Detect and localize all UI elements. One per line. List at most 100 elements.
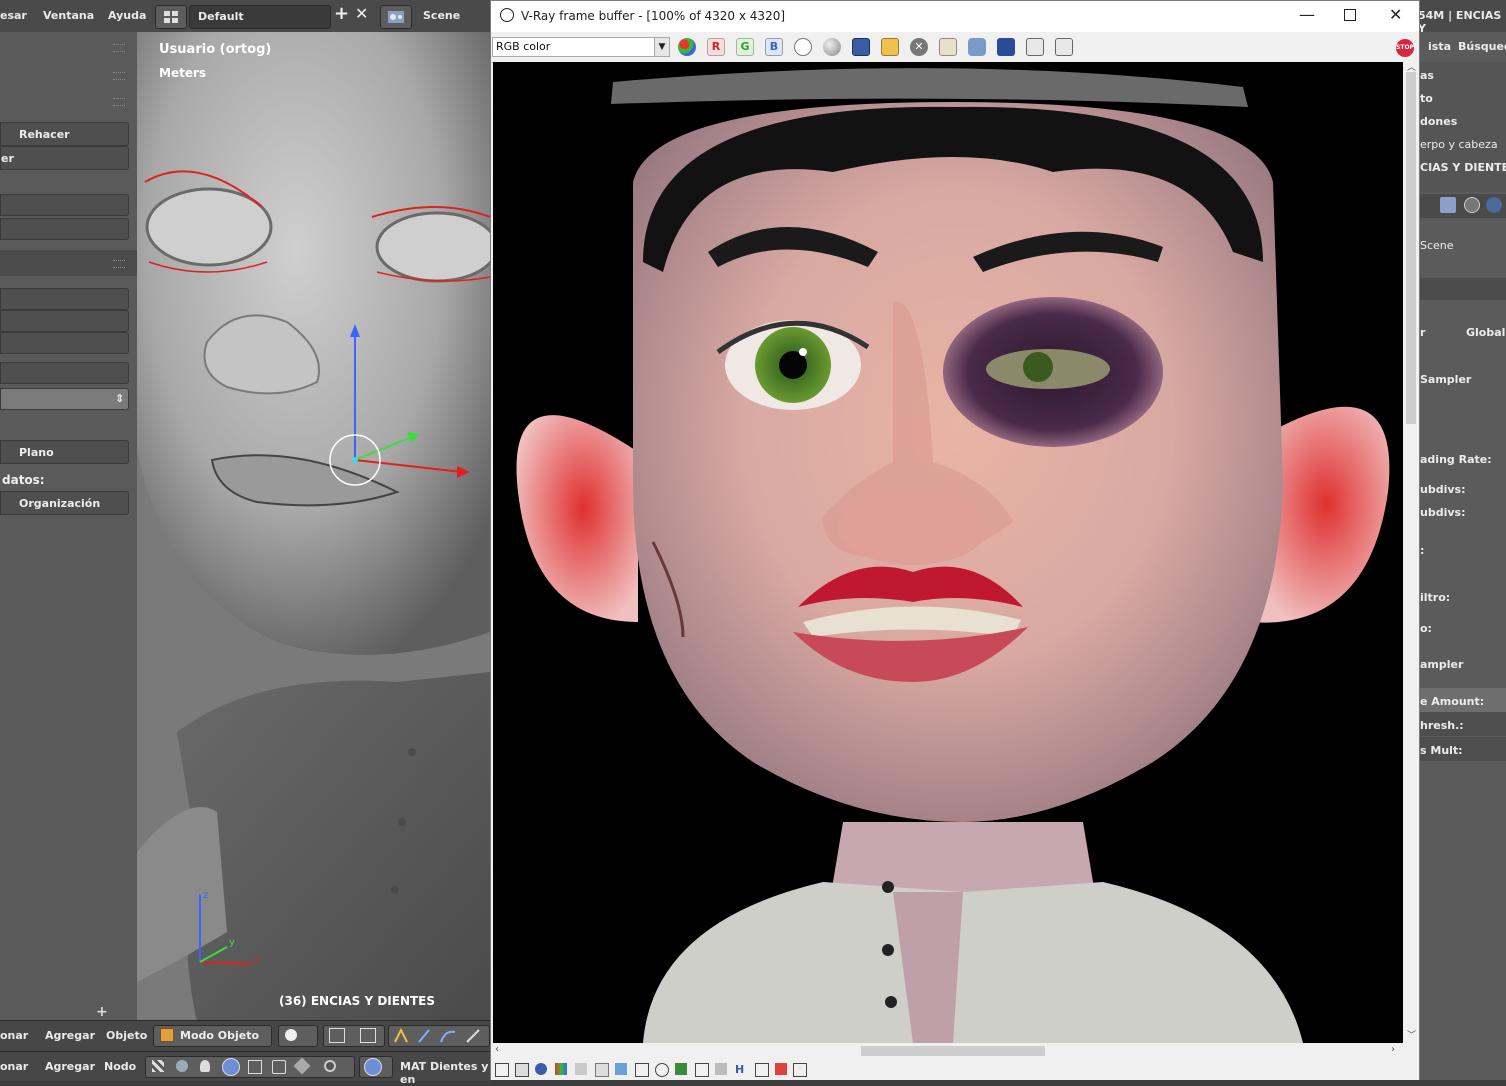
select-menu[interactable]: onar [0, 1029, 28, 1042]
lut-icon[interactable] [555, 1063, 567, 1075]
lens-icon[interactable] [715, 1063, 727, 1075]
organization-button[interactable]: Organización [0, 491, 129, 515]
settings-icon[interactable] [655, 1063, 669, 1077]
manipulator-buttons[interactable] [388, 1025, 490, 1047]
curve-icon[interactable] [615, 1063, 627, 1075]
multiplier-field[interactable]: s Mult: [1420, 744, 1506, 757]
close-icon[interactable]: ✕ [1389, 5, 1402, 24]
save-image-icon[interactable] [852, 38, 870, 56]
vertical-scrollbar[interactable]: ︿ ﹀ [1403, 62, 1419, 1043]
duplicate-icon[interactable] [939, 38, 957, 56]
history-button[interactable]: er [0, 146, 129, 170]
compare-icon[interactable] [695, 1063, 709, 1077]
tool-button[interactable] [0, 310, 129, 332]
3d-viewport[interactable]: z y x Usuario (ortog) Meters (36) ENCIAS… [137, 32, 490, 1022]
minimize-icon[interactable]: — [1299, 5, 1315, 24]
outliner-item[interactable]: to [1420, 92, 1506, 105]
tool-button[interactable] [0, 288, 129, 310]
filter-field[interactable]: iltro: [1420, 591, 1506, 604]
color-correction-icon[interactable] [1055, 38, 1073, 56]
add-layout-icon[interactable]: + [334, 3, 349, 24]
scene-tab-icon[interactable] [1486, 197, 1502, 213]
menu-item-help[interactable]: Ayuda [108, 9, 146, 22]
shading-rate-field[interactable]: ading Rate: [1420, 453, 1506, 466]
sampler-header[interactable]: Sampler [1420, 373, 1506, 386]
maximize-icon[interactable] [1344, 9, 1356, 21]
field-bar[interactable] [1420, 278, 1506, 300]
scroll-down-icon[interactable]: ﹀ [1407, 1028, 1416, 1041]
scroll-right-icon[interactable]: › [1391, 1044, 1395, 1055]
exposure-icon[interactable] [635, 1063, 649, 1077]
field-label[interactable]: o: [1420, 622, 1506, 635]
search-field-label[interactable]: Búsqueda [1458, 40, 1506, 53]
threshold-field[interactable]: hresh.: [1420, 719, 1506, 732]
object-menu[interactable]: Objeto [106, 1029, 147, 1042]
expand-panel-icon[interactable]: + [96, 1004, 110, 1020]
node-menu[interactable]: Nodo [104, 1060, 136, 1073]
layout-name-field[interactable]: Default [189, 5, 331, 29]
material-name[interactable]: MAT Dientes y en [400, 1060, 490, 1086]
node-tree-type[interactable] [359, 1056, 393, 1078]
vertical-scroll-thumb[interactable] [1406, 72, 1416, 424]
horizontal-scroll-thumb[interactable] [861, 1046, 1045, 1056]
scene-name[interactable]: Scene [423, 9, 460, 22]
node-type-buttons[interactable] [145, 1056, 355, 1078]
outliner-item[interactable]: erpo y cabeza [1420, 138, 1506, 151]
mode-selector[interactable]: Modo Objeto [153, 1025, 272, 1047]
tool-button[interactable] [0, 332, 129, 354]
levels-icon[interactable] [595, 1063, 609, 1077]
panel-header[interactable] [0, 250, 137, 276]
stop-render-button[interactable]: STOP [1396, 39, 1414, 57]
adaptive-sampler-header[interactable]: ampler [1420, 658, 1506, 671]
add-menu[interactable]: Agregar [45, 1029, 95, 1042]
scene-selector-button[interactable] [380, 5, 412, 29]
load-image-icon[interactable] [881, 38, 899, 56]
alpha-channel-icon[interactable] [794, 38, 812, 56]
subdivs-field[interactable]: ubdivs: [1420, 483, 1506, 496]
world-tab-icon[interactable] [1464, 197, 1480, 213]
monochrome-icon[interactable] [823, 38, 841, 56]
subdivs-field[interactable]: ubdivs: [1420, 506, 1506, 519]
list-icon[interactable] [515, 1063, 529, 1077]
panel-grip[interactable] [113, 72, 125, 80]
close-layout-icon[interactable]: ✕ [355, 4, 368, 23]
outliner-item[interactable]: as [1420, 69, 1506, 82]
outliner-item[interactable]: dones [1420, 115, 1506, 128]
info-icon[interactable] [535, 1063, 547, 1075]
chevron-down-icon[interactable]: ▼ [654, 38, 669, 56]
history-icon[interactable] [1026, 38, 1044, 56]
menu-item-window[interactable]: Ventana [43, 9, 94, 22]
stamp-icon[interactable] [775, 1063, 787, 1075]
pivot-buttons[interactable] [323, 1025, 385, 1047]
redo-button[interactable]: Rehacer [0, 122, 129, 146]
scene-field[interactable]: Scene [1420, 239, 1506, 252]
scroll-left-icon[interactable]: ‹ [495, 1044, 499, 1055]
region-render-icon[interactable] [968, 38, 986, 56]
outliner-item-active[interactable]: CIAS Y DIENTES [1420, 161, 1506, 174]
plane-button[interactable]: Plano [0, 440, 129, 464]
panel-grip[interactable] [113, 98, 125, 106]
color-channels-icon[interactable] [678, 38, 696, 56]
field-label[interactable]: : [1420, 544, 1506, 557]
globals-tab[interactable]: Globals [1466, 326, 1506, 339]
layout-selector-button[interactable] [155, 5, 187, 29]
tool-button[interactable] [0, 194, 129, 216]
tool-button[interactable] [0, 218, 129, 240]
dropdown-field[interactable]: ⇕ [0, 388, 129, 410]
hsl-icon[interactable] [575, 1063, 587, 1075]
hdr-icon[interactable]: H [735, 1063, 747, 1076]
horizontal-scrollbar[interactable]: ‹ › [491, 1043, 1403, 1059]
render-tab-icon[interactable] [1440, 197, 1456, 213]
zoom-icon[interactable] [755, 1063, 769, 1077]
ab-compare-icon[interactable] [997, 38, 1015, 56]
tool-button[interactable] [0, 362, 129, 384]
panel-grip[interactable] [113, 44, 125, 52]
render-image[interactable] [493, 62, 1403, 1043]
vfb-title-bar[interactable]: V-Ray frame buffer - [100% of 4320 x 432… [491, 1, 1419, 32]
clear-image-icon[interactable]: ✕ [910, 38, 928, 56]
shading-selector[interactable] [278, 1025, 318, 1047]
node-add-menu[interactable]: Agregar [45, 1060, 95, 1073]
clear-status-icon[interactable]: ✕ [793, 1063, 807, 1077]
panel-grip[interactable] [113, 260, 125, 268]
channel-select[interactable]: RGB color ▼ [492, 37, 670, 57]
